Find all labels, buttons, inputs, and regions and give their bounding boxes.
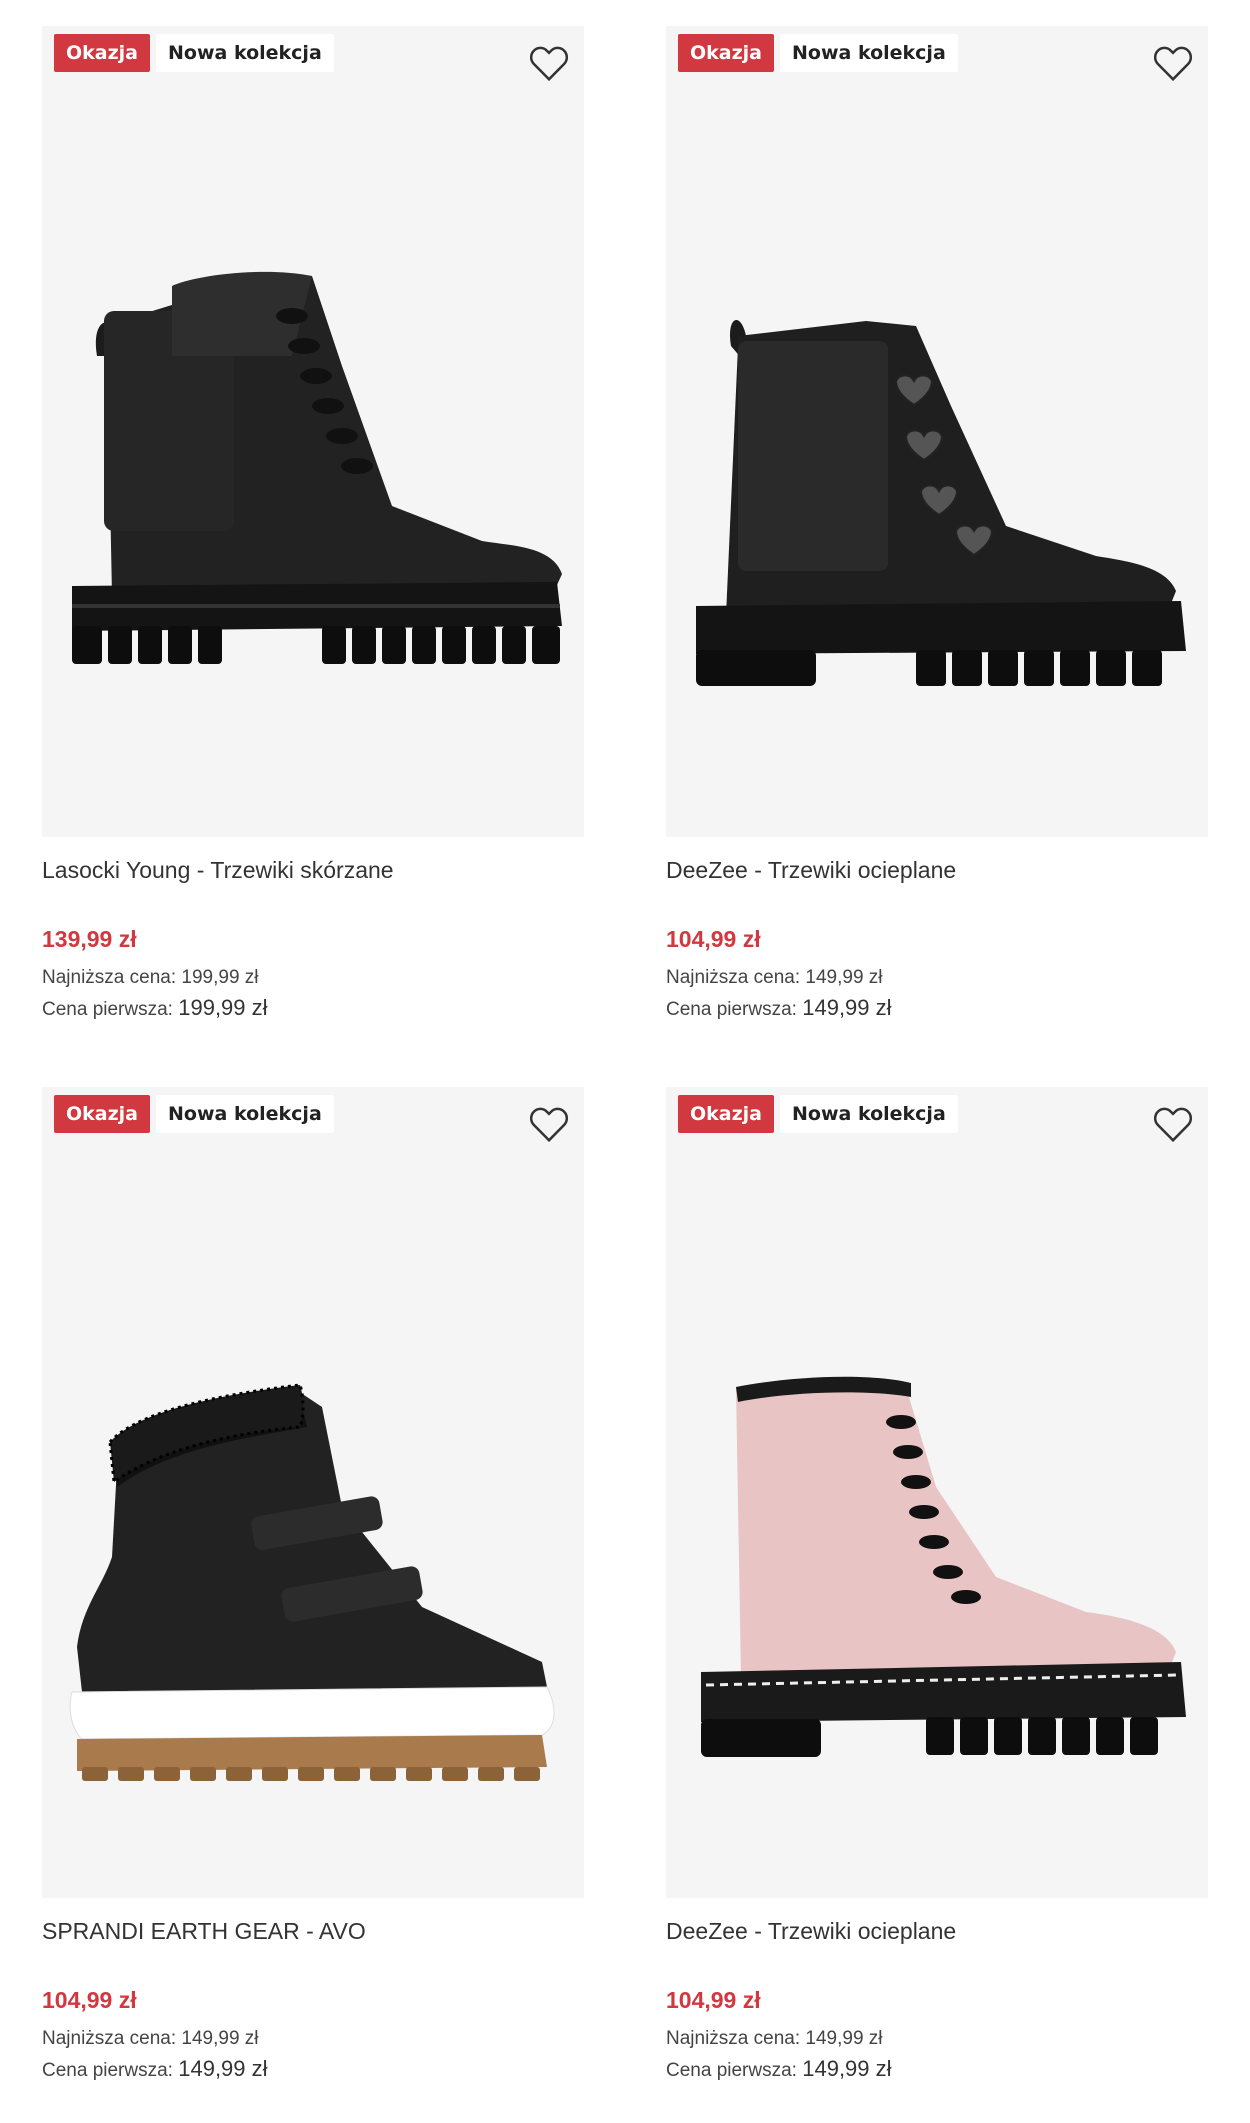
- product-image[interactable]: [666, 26, 1208, 837]
- sale-badge: Okazja: [678, 1095, 775, 1133]
- heart-outline-icon: [1153, 1107, 1193, 1143]
- heart-outline-icon: [529, 1107, 569, 1143]
- lowest-price-row: Najniższa cena: 149,99 zł: [666, 2024, 1208, 2054]
- lowest-price-label: Najniższa cena:: [666, 967, 801, 988]
- first-price-row: Cena pierwsza: 149,99 zł: [666, 2054, 1208, 2086]
- product-name[interactable]: Lasocki Young - Trzewiki skórzane: [42, 855, 584, 885]
- product-name[interactable]: DeeZee - Trzewiki ocieplane: [666, 1916, 1208, 1946]
- product-image[interactable]: [42, 26, 584, 837]
- product-name[interactable]: DeeZee - Trzewiki ocieplane: [666, 855, 1208, 885]
- badges: Okazja Nowa kolekcja: [678, 1095, 958, 1133]
- lowest-price-row: Najniższa cena: 149,99 zł: [666, 963, 1208, 993]
- product-card[interactable]: Okazja Nowa kolekcja DeeZee - Trzewiki o…: [666, 26, 1208, 1025]
- product-card[interactable]: Okazja Nowa kolekcja SPRANDI EARTH GEAR …: [42, 1087, 584, 2086]
- first-price-value: 199,99 zł: [178, 995, 268, 1020]
- product-name[interactable]: SPRANDI EARTH GEAR - AVO: [42, 1916, 584, 1946]
- badges: Okazja Nowa kolekcja: [678, 34, 958, 72]
- product-price: 139,99 zł: [42, 926, 137, 952]
- lowest-price-label: Najniższa cena:: [42, 2028, 177, 2049]
- product-price: 104,99 zł: [666, 1987, 761, 2013]
- product-image-area[interactable]: Okazja Nowa kolekcja: [666, 26, 1208, 837]
- lowest-price-value: 149,99 zł: [805, 2028, 883, 2049]
- product-price: 104,99 zł: [666, 926, 761, 952]
- lowest-price-label: Najniższa cena:: [666, 2028, 801, 2049]
- heart-outline-icon: [1153, 46, 1193, 82]
- wishlist-button[interactable]: [1150, 40, 1196, 86]
- wishlist-button[interactable]: [1150, 1101, 1196, 1147]
- lowest-price-value: 149,99 zł: [805, 967, 883, 988]
- new-collection-badge: Nowa kolekcja: [156, 34, 334, 72]
- first-price-label: Cena pierwsza:: [42, 999, 173, 1020]
- product-image[interactable]: [42, 1087, 584, 1898]
- first-price-value: 149,99 zł: [802, 995, 892, 1020]
- product-image-area[interactable]: Okazja Nowa kolekcja: [42, 26, 584, 837]
- first-price-row: Cena pierwsza: 149,99 zł: [666, 993, 1208, 1025]
- sale-badge: Okazja: [54, 34, 151, 72]
- first-price-label: Cena pierwsza:: [42, 2060, 173, 2081]
- heart-outline-icon: [529, 46, 569, 82]
- lowest-price-row: Najniższa cena: 149,99 zł: [42, 2024, 584, 2054]
- first-price-value: 149,99 zł: [178, 2056, 268, 2081]
- product-image-area[interactable]: Okazja Nowa kolekcja: [666, 1087, 1208, 1898]
- product-image[interactable]: [666, 1087, 1208, 1898]
- sale-badge: Okazja: [54, 1095, 151, 1133]
- product-card[interactable]: Okazja Nowa kolekcja Lasocki Young - Trz…: [42, 26, 584, 1025]
- new-collection-badge: Nowa kolekcja: [156, 1095, 334, 1133]
- first-price-value: 149,99 zł: [802, 2056, 892, 2081]
- wishlist-button[interactable]: [526, 1101, 572, 1147]
- new-collection-badge: Nowa kolekcja: [780, 34, 958, 72]
- wishlist-button[interactable]: [526, 40, 572, 86]
- sale-badge: Okazja: [678, 34, 775, 72]
- product-image-area[interactable]: Okazja Nowa kolekcja: [42, 1087, 584, 1898]
- lowest-price-label: Najniższa cena:: [42, 967, 177, 988]
- product-price: 104,99 zł: [42, 1987, 137, 2013]
- first-price-label: Cena pierwsza:: [666, 2060, 797, 2081]
- new-collection-badge: Nowa kolekcja: [780, 1095, 958, 1133]
- product-card[interactable]: Okazja Nowa kolekcja DeeZee - Trzewiki o…: [666, 1087, 1208, 2086]
- lowest-price-value: 149,99 zł: [181, 2028, 259, 2049]
- lowest-price-row: Najniższa cena: 199,99 zł: [42, 963, 584, 993]
- badges: Okazja Nowa kolekcja: [54, 34, 334, 72]
- badges: Okazja Nowa kolekcja: [54, 1095, 334, 1133]
- lowest-price-value: 199,99 zł: [181, 967, 259, 988]
- first-price-row: Cena pierwsza: 199,99 zł: [42, 993, 584, 1025]
- first-price-label: Cena pierwsza:: [666, 999, 797, 1020]
- first-price-row: Cena pierwsza: 149,99 zł: [42, 2054, 584, 2086]
